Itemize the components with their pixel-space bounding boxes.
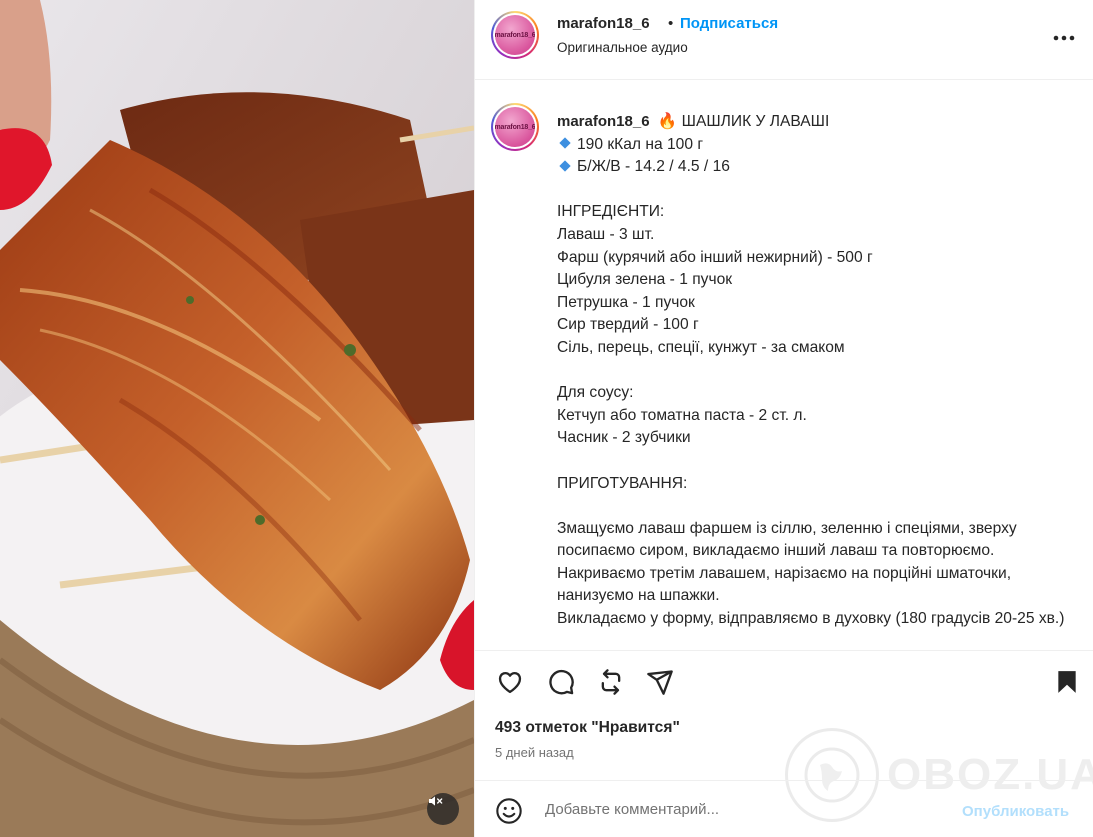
avatar-image: marafon18_6 (495, 107, 535, 147)
header-username[interactable]: marafon18_6 (557, 15, 650, 32)
muted-speaker-icon (429, 796, 443, 806)
comment-input[interactable] (545, 801, 965, 818)
caption-username[interactable]: marafon18_6 (557, 113, 650, 130)
avatar-image: marafon18_6 (495, 15, 535, 55)
heart-icon (498, 671, 522, 694)
comment-bar: Опубликовать (475, 780, 1093, 837)
caption-avatar[interactable]: marafon18_6 (491, 103, 539, 151)
save-button[interactable] (1052, 667, 1082, 697)
post-header: marafon18_6 marafon18_6 • Подписаться Ор… (475, 0, 1093, 80)
caption-kcal: 190 кКал на 100 г (577, 135, 704, 153)
separator-dot: • (668, 15, 674, 32)
emoji-button[interactable] (495, 797, 523, 825)
fire-icon: 🔥 (657, 113, 678, 130)
post-media[interactable] (0, 0, 474, 837)
comment-button[interactable] (546, 667, 576, 697)
post-time[interactable]: 5 дней назад (495, 745, 574, 760)
caption-bju: Б/Ж/В - 14.2 / 4.5 / 16 (577, 158, 730, 176)
follow-button[interactable]: Подписаться (680, 15, 778, 32)
emoji-icon (496, 798, 522, 824)
caption-text: marafon18_6 🔥 ШАШЛИК У ЛАВАШІ 190 кКал н… (557, 111, 1072, 631)
like-button[interactable] (495, 667, 525, 697)
blue-diamond-icon (559, 137, 571, 150)
audio-label[interactable]: Оригинальное аудио (557, 40, 688, 55)
bookmark-icon (1058, 671, 1076, 693)
caption-title: ШАШЛИК У ЛАВАШІ (681, 113, 830, 130)
share-button[interactable] (645, 667, 675, 697)
more-icon (1053, 35, 1075, 41)
send-icon (647, 670, 673, 695)
caption-body: ІНГРЕДІЄНТИ: Лаваш - 3 шт. Фарш (курячий… (557, 203, 1065, 628)
action-bar (475, 650, 1093, 710)
repost-icon (601, 669, 621, 695)
repost-button[interactable] (596, 667, 626, 697)
more-options-button[interactable] (1050, 26, 1078, 50)
likes-count[interactable]: 493 отметок "Нравится" (495, 719, 680, 737)
blue-diamond-icon (559, 160, 571, 172)
caption-area: marafon18_6 marafon18_6 🔥 ШАШЛИК У ЛАВАШ… (475, 81, 1093, 649)
comment-icon (549, 669, 574, 695)
food-photo (0, 0, 474, 837)
post-panel: marafon18_6 marafon18_6 • Подписаться Ор… (474, 0, 1093, 837)
avatar[interactable]: marafon18_6 (491, 11, 539, 59)
mute-button[interactable] (427, 793, 459, 825)
publish-button[interactable]: Опубликовать (962, 803, 1069, 820)
